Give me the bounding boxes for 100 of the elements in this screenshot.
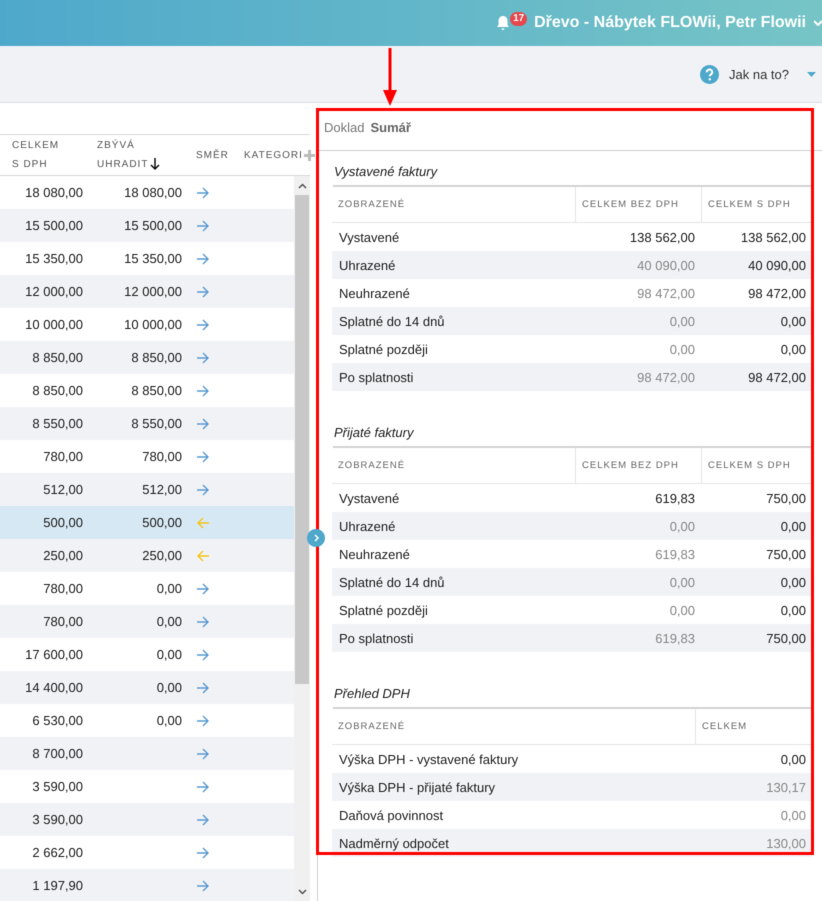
table-cell-text: 0,00: [156, 713, 183, 728]
table-cell-text: 780,00: [42, 581, 84, 596]
table-cell-text: 8 550,00: [130, 416, 183, 431]
table-cell-text: 15 500,00: [24, 218, 84, 233]
table-cell: Uhrazené: [332, 512, 575, 540]
table-cell-text: 18 080,00: [123, 185, 183, 200]
table-cell-text: 15 350,00: [123, 251, 183, 266]
table-cell-text: 2 662,00: [31, 845, 84, 860]
column-header[interactable]: CELKEM S DPH: [12, 136, 68, 174]
table-cell-text: 138 562,00: [628, 228, 696, 246]
bell-icon[interactable]: [496, 15, 510, 31]
table-row[interactable]: 15 350,00 15 350,00: [0, 242, 294, 275]
table-cell-text: 98 472,00: [636, 284, 696, 302]
table-cell-text: 0,00: [780, 750, 807, 768]
table-cell-text: 3 590,00: [31, 779, 84, 794]
help-icon[interactable]: [700, 64, 719, 84]
tab[interactable]: Doklad: [324, 118, 364, 136]
table-cell-text: 500,00: [141, 515, 183, 530]
table-row[interactable]: 8 850,00 8 850,00: [0, 341, 294, 374]
table-cell-text: 619,83: [654, 490, 696, 508]
table-row[interactable]: 14 400,00 0,00: [0, 671, 294, 704]
table-row[interactable]: 512,00 512,00: [0, 473, 294, 506]
table-row[interactable]: 780,00 0,00: [0, 605, 294, 638]
table-row[interactable]: 6 530,00 0,00: [0, 704, 294, 737]
table-cell-text: 12 000,00: [123, 284, 183, 299]
table-cell-text: 8 850,00: [31, 350, 84, 365]
table-cell-text: 18 080,00: [24, 185, 84, 200]
table-row[interactable]: 250,00 250,00: [0, 539, 294, 572]
table-cell-text: 750,00: [765, 490, 807, 508]
scrollbar[interactable]: [294, 176, 310, 901]
collapse-handle-icon[interactable]: [307, 529, 325, 547]
scrollbar-thumb[interactable]: [295, 195, 309, 684]
column-header: CELKEM BEZ DPH: [575, 448, 701, 484]
sort-down-icon[interactable]: [150, 158, 160, 171]
table-row[interactable]: 780,00 780,00: [0, 440, 294, 473]
table-cell-text: 0,00: [156, 647, 183, 662]
table-row[interactable]: 17 600,00 0,00: [0, 638, 294, 671]
table-cell-text: 750,00: [765, 546, 807, 564]
table-cell: 0,00: [575, 568, 701, 596]
table-cell-text: 0,00: [780, 340, 807, 358]
table-cell-text: Splatné později: [338, 340, 429, 359]
table-cell-text: 8 850,00: [130, 383, 183, 398]
column-header: CELKEM S DPH: [701, 448, 812, 484]
table-cell-text: 780,00: [42, 449, 84, 464]
chevron-up-icon[interactable]: [298, 182, 306, 188]
table-cell-text: 8 850,00: [130, 350, 183, 365]
table-cell: Splatné do 14 dnů: [332, 568, 575, 596]
table-cell-text: 780,00: [141, 449, 183, 464]
table-cell-text: 500,00: [42, 515, 84, 530]
table-cell: 619,83: [575, 624, 701, 652]
table-row[interactable]: 2 662,00: [0, 836, 294, 869]
column-header[interactable]: SMĚR: [196, 146, 229, 164]
tab[interactable]: Sumář: [370, 118, 411, 136]
table-row[interactable]: 780,00 0,00: [0, 572, 294, 605]
table-row[interactable]: 3 590,00: [0, 770, 294, 803]
section-title: Vystavené faktury: [333, 159, 812, 187]
table-cell-text: 780,00: [42, 614, 84, 629]
table-cell-text: 10 000,00: [123, 317, 183, 332]
table-row[interactable]: 1 197,90: [0, 869, 294, 901]
table-cell-text: 250,00: [42, 548, 84, 563]
plus-icon[interactable]: [304, 150, 315, 160]
column-header: CELKEM BEZ DPH: [575, 187, 701, 223]
column-header: CELKEM: [695, 709, 812, 745]
table-cell-text: 512,00: [42, 482, 84, 497]
chevron-down-icon[interactable]: [298, 888, 306, 894]
table-cell-text: Vystavené: [338, 228, 400, 247]
table-cell: 40 090,00: [701, 251, 812, 279]
table-row[interactable]: 10 000,00 10 000,00: [0, 308, 294, 341]
table-cell: 750,00: [701, 624, 812, 652]
table-cell: 40 090,00: [575, 251, 701, 279]
table-row[interactable]: 8 850,00 8 850,00: [0, 374, 294, 407]
table-cell: 0,00: [701, 512, 812, 540]
table-cell-text: 0,00: [668, 340, 696, 358]
table-cell: 0,00: [701, 307, 812, 335]
column-header[interactable]: KATEGORI: [244, 146, 303, 164]
table-cell-text: 138 562,00: [740, 228, 807, 246]
table-row[interactable]: 15 500,00 15 500,00: [0, 209, 294, 242]
table-row[interactable]: 12 000,00 12 000,00: [0, 275, 294, 308]
table-cell-text: 0,00: [156, 614, 183, 629]
table-row[interactable]: 500,00 500,00: [0, 506, 294, 539]
table-row[interactable]: 3 590,00: [0, 803, 294, 836]
table-cell: Výška DPH - přijaté faktury: [332, 773, 695, 801]
table-cell-text: 0,00: [156, 581, 183, 596]
table-cell: Uhrazené: [332, 251, 575, 279]
table-cell-text: 1 197,90: [31, 878, 84, 893]
table-cell-text: 15 500,00: [123, 218, 183, 233]
table-row[interactable]: 8 550,00 8 550,00: [0, 407, 294, 440]
table-cell-text: 512,00: [141, 482, 183, 497]
section-title: Přehled DPH: [333, 681, 812, 709]
table-cell: 130,17: [695, 773, 812, 801]
help-link[interactable]: Jak na to?: [729, 66, 789, 82]
table-cell: Po splatnosti: [332, 363, 575, 391]
column-header[interactable]: ZBÝVÁ UHRADIT: [97, 136, 148, 174]
table-cell: 0,00: [701, 568, 812, 596]
table-cell-text: 0,00: [156, 680, 183, 695]
table-row[interactable]: 18 080,00 18 080,00: [0, 176, 294, 209]
table-cell-text: 8 700,00: [31, 746, 84, 761]
table-row[interactable]: 8 700,00: [0, 737, 294, 770]
table-cell-text: 0,00: [780, 602, 807, 620]
caret-icon[interactable]: [807, 72, 816, 76]
